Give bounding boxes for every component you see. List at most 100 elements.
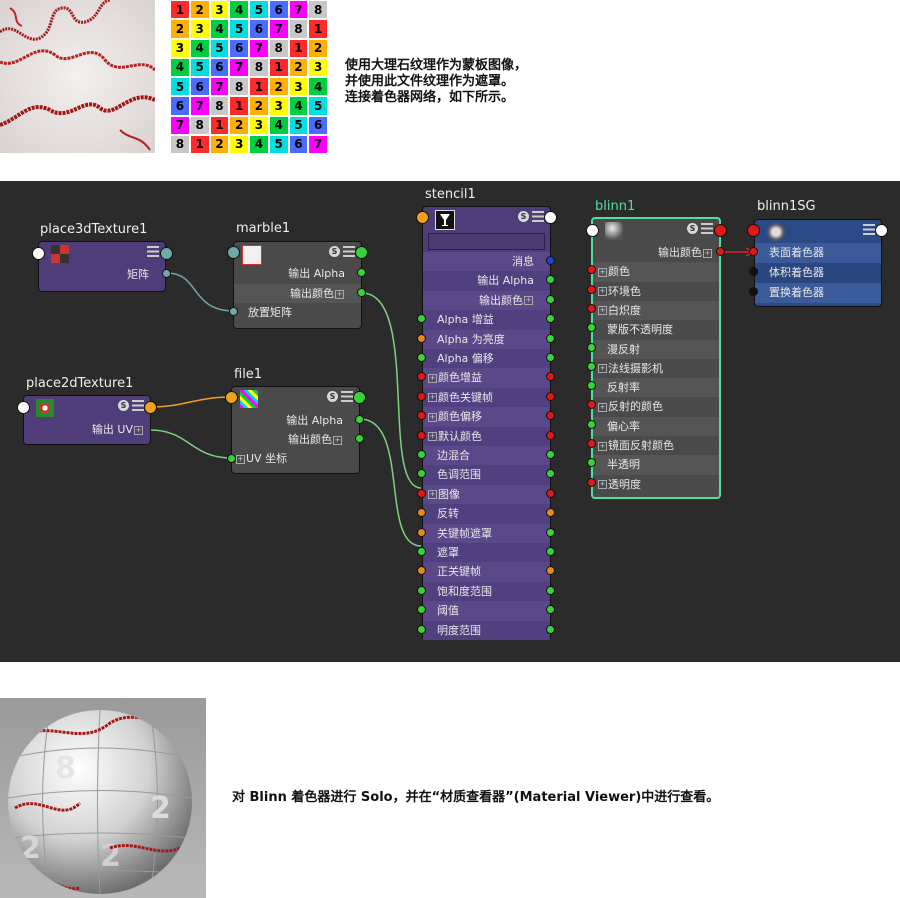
stencil-out-port[interactable]: [546, 488, 555, 498]
stencil-attr-row[interactable]: Alpha 增益: [423, 310, 550, 330]
file-out-alpha-port[interactable]: [355, 415, 364, 424]
stencil-out-port[interactable]: [546, 391, 555, 401]
file-uv-port[interactable]: [227, 454, 236, 463]
node-editor[interactable]: place3dTexture1 矩阵 marble1 S 输出 Alpha 输出…: [0, 181, 900, 662]
place2d-node[interactable]: S 输出 UV +: [23, 395, 151, 445]
blinnsg-output-port[interactable]: [875, 224, 888, 237]
stencil-attr-row[interactable]: 输出 Alpha: [423, 271, 550, 291]
stencil-attr-row[interactable]: + 图像: [423, 484, 550, 505]
stencil-attr-row[interactable]: 阈值: [423, 601, 550, 621]
stencil-out-port[interactable]: [546, 353, 555, 362]
marble-output-port[interactable]: [355, 246, 368, 259]
stencil-attr-row[interactable]: + 颜色增益: [423, 368, 550, 388]
stencil-out-port[interactable]: [546, 450, 555, 459]
stencil-in-port[interactable]: [417, 585, 426, 595]
place2d-input-port[interactable]: [17, 401, 30, 414]
blinn-input-port[interactable]: [586, 224, 599, 237]
stencil-out-port[interactable]: [546, 508, 555, 518]
stencil-node[interactable]: S 消息 输出 Alpha 输出颜色 + Alpha 增益 Alpha 为亮度 Alpha …: [422, 206, 551, 640]
blinn-attr-row[interactable]: + 颜色: [593, 262, 719, 282]
stencil-out-port[interactable]: [546, 605, 555, 615]
stencil-out-port[interactable]: [546, 469, 555, 479]
blinn-attr-row[interactable]: 漫反射: [593, 339, 719, 359]
stencil-out-port[interactable]: [546, 585, 555, 595]
marble-node[interactable]: S 输出 Alpha 输出颜色 + 放置矩阵: [233, 241, 362, 329]
place3d-matrix-port[interactable]: [162, 269, 171, 278]
menu-icon[interactable]: [147, 246, 159, 257]
file-output-port[interactable]: [353, 391, 366, 404]
stencil-out-port[interactable]: [546, 256, 555, 265]
stencil-search-bar[interactable]: [428, 233, 545, 250]
stencil-out-port[interactable]: [546, 527, 555, 537]
blinn-node[interactable]: S 输出颜色 + + 颜色 + 环境色 + 白炽度 蒙版不透明度 漫反射 + 法线摄影机 反射率 + 反射的…: [591, 217, 721, 499]
stencil-out-port[interactable]: [546, 275, 555, 285]
stencil-input-port[interactable]: [416, 211, 429, 224]
stencil-out-port[interactable]: [546, 294, 555, 304]
blinn-in-port[interactable]: [587, 361, 596, 371]
file-out-color-port[interactable]: [355, 434, 364, 443]
stencil-in-port[interactable]: [417, 527, 426, 537]
blinnsg-in-port[interactable]: [749, 287, 758, 296]
stencil-attr-row[interactable]: + 颜色关键帧: [423, 387, 550, 408]
blinn-attr-row[interactable]: + 白炽度: [593, 300, 719, 321]
blinn-in-port[interactable]: [587, 477, 596, 487]
menu-icon[interactable]: [132, 400, 144, 411]
blinn-in-port[interactable]: [587, 342, 596, 352]
blinnsg-attr-row[interactable]: 体积着色器: [755, 263, 881, 283]
stencil-attr-row[interactable]: 明度范围: [423, 620, 550, 640]
blinnsg-in-port[interactable]: [749, 247, 758, 256]
menu-icon[interactable]: [532, 211, 544, 222]
stencil-attr-row[interactable]: + 颜色偏移: [423, 407, 550, 427]
stencil-out-port[interactable]: [546, 624, 555, 634]
menu-icon[interactable]: [341, 391, 353, 402]
blinn-in-port[interactable]: [587, 303, 596, 313]
blinn-attr-row[interactable]: 反射率: [593, 378, 719, 398]
place3d-node[interactable]: 矩阵: [38, 241, 166, 292]
stencil-in-port[interactable]: [417, 333, 426, 343]
menu-icon[interactable]: [701, 223, 713, 234]
marble-out-color-port[interactable]: [357, 288, 366, 297]
stencil-in-port[interactable]: [417, 353, 426, 362]
blinnsg-attr-row[interactable]: 表面着色器: [755, 243, 881, 263]
blinn-attr-row[interactable]: + 透明度: [593, 475, 719, 494]
menu-icon[interactable]: [863, 224, 875, 235]
stencil-in-port[interactable]: [417, 547, 426, 556]
blinn-attr-row[interactable]: + 反射的颜色: [593, 397, 719, 416]
place3d-output-port[interactable]: [160, 247, 173, 260]
blinn-attr-row[interactable]: + 法线摄影机: [593, 359, 719, 378]
stencil-attr-row[interactable]: 反转: [423, 504, 550, 524]
stencil-out-port[interactable]: [546, 566, 555, 576]
blinn-attr-row[interactable]: 半透明: [593, 455, 719, 475]
blinn-in-port[interactable]: [587, 439, 596, 448]
blinnsg-attr-row[interactable]: 置换着色器: [755, 283, 881, 303]
stencil-attr-row[interactable]: Alpha 偏移: [423, 349, 550, 369]
stencil-attr-row[interactable]: 遮罩: [423, 543, 550, 563]
stencil-attr-row[interactable]: 关键帧遮罩: [423, 523, 550, 543]
place2d-output-port[interactable]: [144, 401, 157, 414]
file-input-port[interactable]: [225, 391, 238, 404]
stencil-out-port[interactable]: [546, 372, 555, 382]
blinnsg-input-port[interactable]: [747, 224, 760, 237]
stencil-attr-row[interactable]: 边混合: [423, 446, 550, 466]
stencil-attr-row[interactable]: + 默认颜色: [423, 426, 550, 446]
place3d-input-port[interactable]: [32, 247, 45, 260]
blinn-attr-row[interactable]: 偏心率: [593, 416, 719, 436]
stencil-out-port[interactable]: [546, 430, 555, 440]
blinn-output-port[interactable]: [714, 224, 727, 237]
stencil-attr-row[interactable]: 正关键帧: [423, 562, 550, 582]
stencil-attr-row[interactable]: 输出颜色 +: [423, 290, 550, 311]
blinn-attr-row[interactable]: + 镜面反射颜色: [593, 436, 719, 455]
blinnsg-node[interactable]: 表面着色器 体积着色器 置换着色器: [754, 219, 882, 307]
blinn-attr-row[interactable]: + 环境色: [593, 282, 719, 301]
stencil-attr-row[interactable]: 色调范围: [423, 465, 550, 485]
stencil-out-port[interactable]: [546, 333, 555, 343]
blinn-in-port[interactable]: [587, 284, 596, 294]
stencil-in-port[interactable]: [417, 624, 426, 634]
stencil-out-port[interactable]: [546, 547, 555, 556]
stencil-in-port[interactable]: [417, 450, 426, 459]
stencil-in-port[interactable]: [417, 488, 426, 498]
file-node[interactable]: S 输出 Alpha 输出颜色 + + UV 坐标: [231, 386, 360, 474]
stencil-attr-row[interactable]: Alpha 为亮度: [423, 329, 550, 349]
stencil-in-port[interactable]: [417, 391, 426, 401]
stencil-attr-row[interactable]: 饱和度范围: [423, 581, 550, 602]
